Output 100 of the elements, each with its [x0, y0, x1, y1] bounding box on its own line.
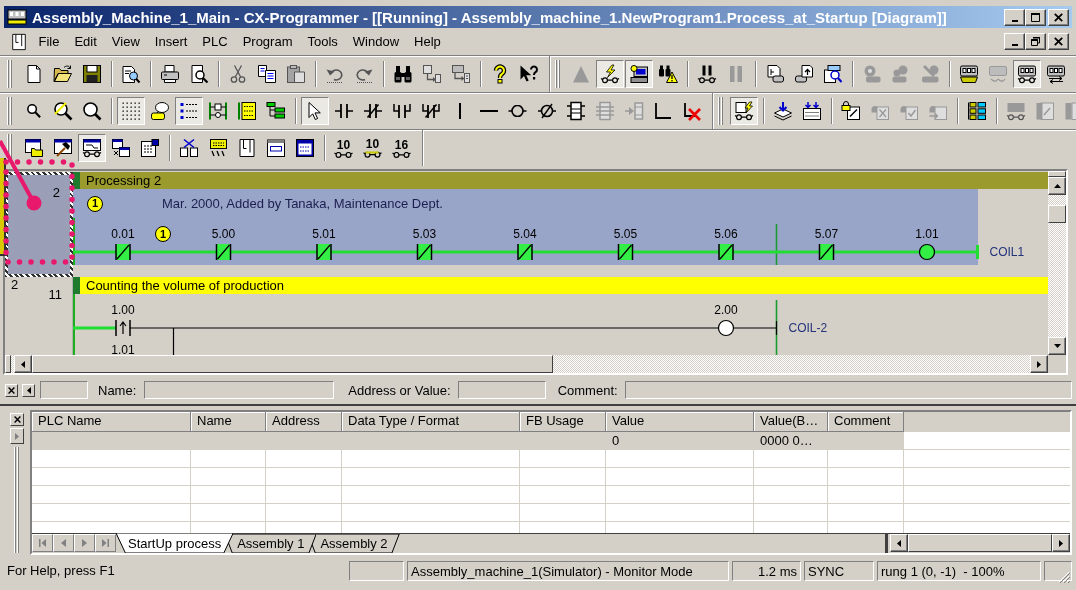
energized-wire [73, 326, 116, 330]
scroll-right-button[interactable] [1030, 355, 1048, 373]
split-box[interactable] [5, 355, 11, 373]
output-coil[interactable] [918, 243, 936, 261]
scroll-down-button[interactable] [1048, 337, 1066, 355]
vertical-scrollbar[interactable] [1048, 171, 1066, 355]
menu-item[interactable]: View [104, 32, 148, 51]
column-header[interactable]: PLC Name [32, 412, 191, 432]
up-arrow-icon [1053, 184, 1061, 188]
panel-grip[interactable] [14, 447, 20, 553]
normally-closed-contact[interactable] [617, 243, 634, 261]
normally-closed-contact[interactable] [818, 243, 835, 261]
maximize-button[interactable] [1025, 8, 1046, 26]
ladder-document-icon [10, 32, 28, 51]
scroll-thumb[interactable] [1048, 205, 1066, 223]
horizontal-scrollbar[interactable] [5, 355, 1048, 373]
table-cell-text: 0 [611, 432, 621, 450]
minimize-icon [1011, 19, 1018, 22]
toolbar-grip[interactable] [7, 97, 13, 125]
minimize-button[interactable] [1004, 8, 1025, 26]
split-box[interactable] [1048, 171, 1066, 177]
first-arrow-icon [39, 539, 46, 547]
comment-field[interactable] [624, 381, 1072, 399]
normally-closed-contact[interactable] [316, 243, 332, 261]
normally-closed-contact[interactable] [215, 243, 232, 261]
down-arrow-icon [1053, 344, 1061, 348]
address-label: 5.01 [312, 228, 336, 240]
output-name: COIL1 [989, 245, 1025, 259]
scroll-up-button[interactable] [1048, 177, 1066, 195]
normally-closed-contact[interactable] [416, 243, 433, 261]
menu-item[interactable]: Insert [147, 32, 195, 51]
plc-status: Assembly_machine_1(Simulator) - Monitor Mode [407, 561, 729, 581]
toolbar-grip[interactable] [7, 134, 13, 162]
column-header[interactable]: Value(B… [754, 412, 828, 432]
scroll-right-button[interactable] [1052, 534, 1070, 552]
close-button[interactable] [1048, 8, 1069, 26]
number-format-button[interactable]: 16 [387, 134, 416, 162]
normally-closed-contact[interactable] [718, 243, 734, 261]
toolbar-grip[interactable] [7, 60, 13, 88]
scroll-left-button[interactable] [14, 355, 32, 373]
next-sheet-button[interactable] [74, 534, 95, 552]
address-label: 0.01 [111, 228, 135, 240]
address-label: 5.06 [714, 228, 738, 240]
scroll-thumb[interactable] [908, 534, 1052, 552]
collapse-button[interactable] [22, 383, 35, 397]
restore-button[interactable] [1025, 33, 1046, 50]
column-header[interactable]: Comment [828, 412, 904, 432]
table-row[interactable]: 0 0000 0… [32, 432, 904, 450]
menu-item[interactable]: Help [406, 32, 449, 51]
expand-panel-button[interactable] [10, 428, 24, 444]
menu-item[interactable]: Edit [66, 32, 105, 51]
left-arrow-icon [897, 539, 901, 547]
column-header[interactable]: Address [266, 412, 342, 432]
input-field[interactable] [40, 381, 88, 399]
number-format-button[interactable]: 10 [329, 134, 358, 162]
normally-closed-contact[interactable] [115, 243, 131, 261]
sheet-tab[interactable]: StartUp process [116, 533, 234, 553]
first-sheet-button[interactable] [32, 534, 53, 552]
rung-title: Counting the volume of production [86, 277, 284, 294]
close-button[interactable] [1048, 33, 1069, 50]
toolbar-grip[interactable] [554, 60, 561, 88]
toolbar-grip[interactable] [717, 97, 724, 125]
column-header[interactable]: Value [606, 412, 754, 432]
rising-edge-contact[interactable] [115, 319, 131, 337]
rung-flag-icon [73, 277, 80, 294]
cycle-time: 1.2 ms [732, 561, 801, 581]
last-sheet-button[interactable] [95, 534, 116, 552]
scroll-left-button[interactable] [890, 534, 908, 552]
menu-item[interactable]: PLC [194, 32, 236, 51]
menu-item[interactable]: File [31, 32, 67, 51]
address-label: 5.04 [513, 228, 537, 240]
step-number: 11 [48, 287, 62, 302]
menu-item[interactable]: Tools [300, 32, 346, 51]
right-power-rail [775, 223, 778, 265]
table-cell-text: 0000 0… [759, 432, 814, 450]
address-field[interactable] [457, 381, 546, 399]
name-field[interactable] [144, 381, 335, 399]
address-label: 1.01 [111, 344, 135, 355]
left-arrow-icon [26, 386, 31, 394]
output-coil[interactable] [717, 319, 735, 337]
column-header[interactable]: FB Usage [520, 412, 606, 432]
close-button[interactable] [5, 383, 18, 397]
horizontal-scrollbar[interactable] [890, 534, 1070, 552]
normally-closed-contact[interactable] [517, 243, 533, 261]
resize-grip-icon[interactable] [1058, 571, 1070, 583]
cursor-position: rung 1 (0, -1) - 100% [877, 561, 1041, 581]
column-header[interactable]: Name [191, 412, 266, 432]
minimize-button[interactable] [1004, 33, 1025, 50]
menu-item[interactable]: Window [345, 32, 407, 51]
rung-flag-icon [73, 172, 80, 189]
previous-sheet-button[interactable] [53, 534, 74, 552]
menu-item[interactable]: Program [235, 32, 300, 51]
left-arrow-icon [61, 539, 66, 547]
minimize-icon [1011, 44, 1018, 46]
number-format-button[interactable]: 10 [358, 134, 387, 162]
app-icon [7, 9, 27, 25]
scroll-thumb[interactable] [32, 355, 553, 373]
window-title: Assembly_Machine_1_Main - CX-Programmer - [[Running] - Assembly_machine_1.NewProgram1.Process_at_Startup [Diagram]] [32, 8, 948, 26]
column-header[interactable]: Data Type / Format [342, 412, 520, 432]
close-panel-button[interactable] [10, 413, 24, 426]
